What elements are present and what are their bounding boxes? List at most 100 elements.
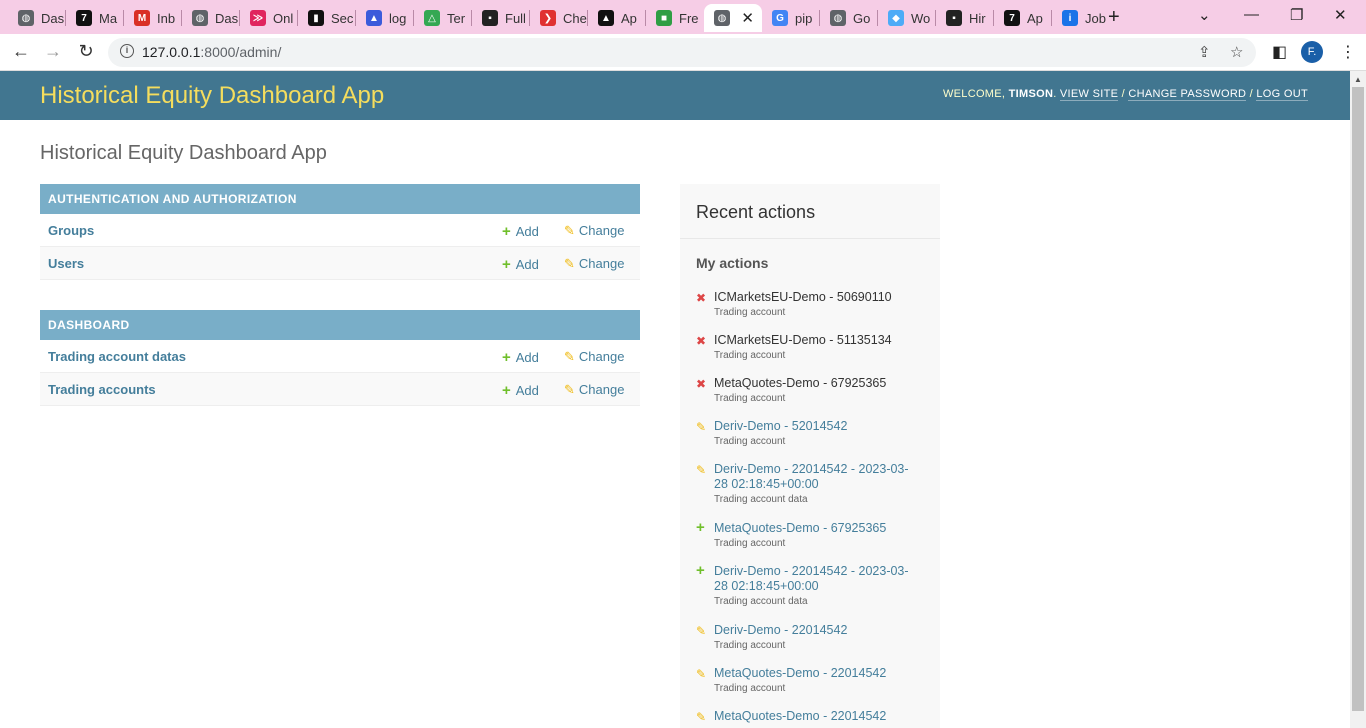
chart-icon: ▮	[308, 10, 324, 26]
divider	[680, 238, 940, 239]
model-link-groups[interactable]: Groups	[48, 223, 94, 238]
browser-tab[interactable]: ▪ Hir	[936, 4, 994, 32]
scrollbar-thumb[interactable]	[1352, 87, 1364, 711]
recent-action-label[interactable]: Deriv-Demo - 22014542 - 2023-03-28 02:18…	[714, 564, 919, 594]
pencil-icon: ✎	[564, 382, 575, 397]
scroll-up-icon[interactable]: ▲	[1354, 75, 1362, 84]
recent-action-label[interactable]: MetaQuotes-Demo - 22014542	[714, 709, 919, 724]
change-trading-accounts-link[interactable]: ✎ Change	[564, 382, 624, 398]
browser-tab[interactable]: ▪ Full	[472, 4, 530, 32]
browser-tab[interactable]: ≫ Onl	[240, 4, 298, 32]
arrow-icon: ❯	[540, 10, 556, 26]
model-link-trading-accounts[interactable]: Trading accounts	[48, 382, 156, 397]
gmail-icon: M	[134, 10, 150, 26]
tab-title: Ma	[99, 10, 118, 26]
minimize-button[interactable]: —	[1244, 6, 1259, 23]
tab-title: Hir	[969, 10, 986, 26]
recent-action-label[interactable]: Deriv-Demo - 52014542	[714, 419, 919, 434]
change-groups-link[interactable]: ✎ Change	[564, 223, 624, 239]
tab-title: Fre	[679, 10, 699, 26]
recent-action-label[interactable]: Deriv-Demo - 22014542	[714, 623, 919, 638]
tab-title: Full	[505, 10, 526, 26]
tab-title: log	[389, 10, 407, 26]
tab-separator	[123, 10, 124, 26]
module-caption[interactable]: AUTHENTICATION AND AUTHORIZATION	[40, 184, 640, 214]
plus-icon: +	[502, 256, 511, 273]
change-trading-account-datas-link[interactable]: ✎ Change	[564, 349, 624, 365]
change-password-link[interactable]: CHANGE PASSWORD	[1128, 88, 1247, 101]
tab-separator	[413, 10, 414, 26]
tab-title: Ap	[1027, 10, 1043, 26]
close-window-button[interactable]: ✕	[1334, 6, 1347, 24]
browser-tab[interactable]: ■ Fre	[646, 4, 704, 32]
browser-tab[interactable]: ◆ Wo	[878, 4, 936, 32]
square-icon: ▪	[946, 10, 962, 26]
tab-title: pip	[795, 10, 813, 26]
restore-button[interactable]: ❐	[1290, 6, 1303, 24]
module-dashboard: DASHBOARD Trading account datas + Add ✎ Ch…	[40, 310, 640, 406]
browser-tab[interactable]: ◍ ✕	[704, 4, 762, 32]
recent-action-label[interactable]: MetaQuotes-Demo - 22014542	[714, 666, 919, 681]
add-users-link[interactable]: + Add	[502, 256, 539, 273]
page-scrollbar[interactable]: ▲	[1350, 71, 1366, 728]
tab-separator	[819, 10, 820, 26]
profile-avatar[interactable]: F.	[1301, 41, 1323, 63]
back-button[interactable]: ←	[10, 41, 32, 62]
browser-tab[interactable]: ▲ Ap	[588, 4, 646, 32]
chat-icon: ■	[656, 10, 672, 26]
address-bar[interactable]: i 127.0.0.1:8000/admin/ ⇪ ☆	[108, 38, 1256, 67]
google-icon: G	[772, 10, 788, 26]
welcome-text: WELCOME,	[942, 88, 1006, 100]
side-panel-icon[interactable]: ◧	[1272, 42, 1287, 62]
tab-title: Go	[853, 10, 871, 26]
add-groups-link[interactable]: + Add	[502, 223, 539, 240]
recent-action-type: Trading account	[714, 683, 786, 694]
menu-kebab-icon[interactable]: ⋮	[1340, 42, 1356, 62]
recent-action-label[interactable]: Deriv-Demo - 22014542 - 2023-03-28 02:18…	[714, 462, 919, 492]
view-site-link[interactable]: VIEW SITE	[1059, 88, 1119, 101]
module-caption[interactable]: DASHBOARD	[40, 310, 640, 340]
model-link-trading-account-datas[interactable]: Trading account datas	[48, 349, 186, 364]
browser-tab[interactable]: ❯ Che	[530, 4, 588, 32]
pencil-icon: ✎	[564, 223, 575, 238]
recent-action-type: Trading account data	[714, 494, 808, 505]
recent-action-label[interactable]: MetaQuotes-Demo - 67925365	[714, 521, 919, 536]
tab-separator	[297, 10, 298, 26]
tab-separator	[355, 10, 356, 26]
browser-tab[interactable]: △ Ter	[414, 4, 472, 32]
browser-tab[interactable]: i Job	[1052, 4, 1110, 32]
info-icon: i	[1062, 10, 1078, 26]
browser-tab[interactable]: ◍ Das	[8, 4, 66, 32]
browser-tab[interactable]: ◍ Das	[182, 4, 240, 32]
tab-separator	[239, 10, 240, 26]
model-link-users[interactable]: Users	[48, 256, 84, 271]
site-branding[interactable]: Historical Equity Dashboard App	[40, 82, 384, 110]
browser-tab[interactable]: 7 Ma	[66, 4, 124, 32]
tab-search-icon[interactable]: ⌄	[1198, 6, 1211, 24]
bookmark-star-icon[interactable]: ☆	[1230, 43, 1243, 61]
reload-button[interactable]: ↻	[75, 41, 97, 62]
browser-tab[interactable]: Gpip	[762, 4, 820, 32]
browser-tab[interactable]: ▲ log	[356, 4, 414, 32]
username: TIMSON	[1008, 88, 1054, 100]
address-url[interactable]: 127.0.0.1:8000/admin/	[142, 44, 281, 60]
tab-title: Das	[41, 10, 65, 26]
browser-tab[interactable]: ▮ Sec	[298, 4, 356, 32]
pencil-icon: ✎	[696, 420, 707, 434]
delete-icon: ✖	[696, 334, 707, 348]
forward-button[interactable]: →	[42, 41, 64, 62]
tab-separator	[587, 10, 588, 26]
log-out-link[interactable]: LOG OUT	[1256, 88, 1308, 101]
browser-tab[interactable]: 7 Ap	[994, 4, 1052, 32]
recent-action-type: Trading account	[714, 393, 786, 404]
browser-tab[interactable]: M Inb	[124, 4, 182, 32]
share-icon[interactable]: ⇪	[1198, 43, 1211, 61]
recent-action-type: Trading account	[714, 436, 786, 447]
change-users-link[interactable]: ✎ Change	[564, 256, 624, 272]
close-tab-icon[interactable]: ✕	[741, 9, 754, 27]
add-trading-accounts-link[interactable]: + Add	[502, 382, 539, 399]
add-trading-account-datas-link[interactable]: + Add	[502, 349, 539, 366]
site-info-icon[interactable]: i	[120, 44, 134, 58]
user-tools: WELCOME, TIMSON. VIEW SITE / CHANGE PASS…	[942, 88, 1308, 101]
browser-tab[interactable]: ◍ Go	[820, 4, 878, 32]
